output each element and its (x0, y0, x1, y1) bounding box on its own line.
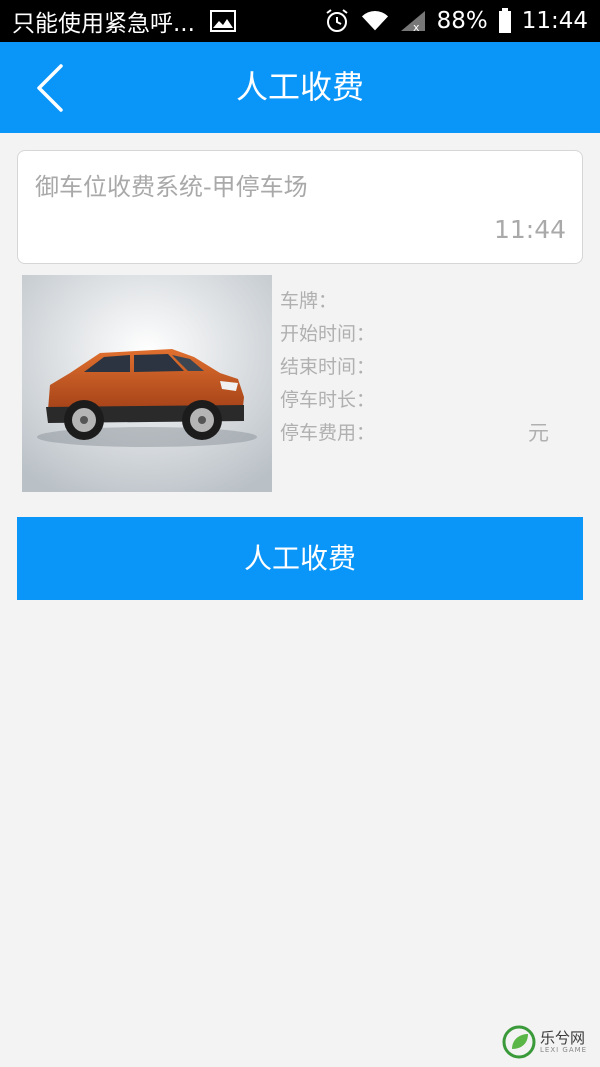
status-time: 11:44 (521, 8, 588, 34)
car-photo (22, 275, 272, 492)
image-icon (209, 8, 237, 34)
message-title: 御车位收费系统-甲停车场 (35, 173, 308, 201)
plate-row: 车牌： (280, 285, 570, 318)
page-title: 人工收费 (235, 68, 364, 106)
car-info-list: 车牌： 开始时间： 结束时间： 停车时长： 停车费用： 元 (280, 285, 570, 450)
plate-label: 车牌： (280, 290, 338, 312)
battery-icon (498, 8, 512, 34)
alarm-icon (323, 8, 351, 34)
start-time-row: 开始时间： (280, 318, 570, 351)
start-time-label: 开始时间： (280, 323, 376, 345)
duration-label: 停车时长： (280, 389, 376, 411)
app-bar: 人工收费 (0, 42, 600, 133)
fee-label: 停车费用： (280, 422, 376, 444)
end-time-label: 结束时间： (280, 356, 376, 378)
watermark-logo: 乐兮网 LEXI GAME (502, 1022, 596, 1062)
signal-icon: x (399, 8, 427, 34)
duration-row: 停车时长： (280, 384, 570, 417)
wifi-icon (361, 8, 389, 34)
watermark-subtext: LEXI GAME (540, 1046, 588, 1054)
battery-percent: 88% (436, 8, 488, 34)
status-bar: 只能使用紧急呼... x 88% 11:44 (0, 0, 600, 42)
end-time-row: 结束时间： (280, 351, 570, 384)
svg-text:x: x (413, 21, 420, 33)
back-button[interactable] (22, 58, 78, 118)
fee-row: 停车费用： 元 (280, 417, 570, 450)
leaf-logo-icon (502, 1025, 536, 1059)
notification-text: 只能使用紧急呼... (12, 11, 195, 37)
message-card: 御车位收费系统-甲停车场 11:44 (17, 150, 583, 264)
message-time: 11:44 (493, 215, 566, 244)
fee-unit: 元 (528, 421, 549, 445)
chevron-left-icon (37, 64, 63, 112)
manual-charge-button[interactable]: 人工收费 (17, 517, 583, 600)
watermark-text: 乐兮网 (540, 1029, 586, 1047)
